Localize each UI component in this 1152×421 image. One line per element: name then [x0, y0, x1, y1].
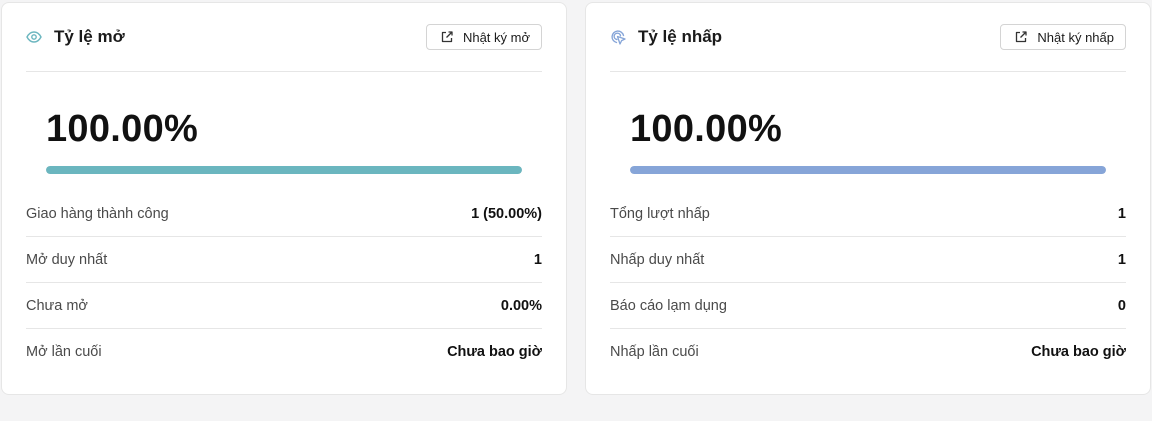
stat-value: Chưa bao giờ	[447, 344, 542, 360]
stat-row-delivered: Giao hàng thành công 1 (50.00%)	[26, 191, 542, 237]
stat-label: Mở duy nhất	[26, 251, 108, 268]
stat-label: Báo cáo lạm dụng	[610, 297, 727, 314]
stat-label: Chưa mở	[26, 297, 88, 314]
open-rate-header: Tỷ lệ mở Nhật ký mở	[26, 3, 542, 72]
click-rate-header: Tỷ lệ nhấp Nhật ký nhấp	[610, 3, 1126, 72]
cursor-click-icon	[610, 29, 626, 45]
click-rate-value: 100.00%	[630, 108, 783, 150]
stat-row-unopened: Chưa mở 0.00%	[26, 283, 542, 329]
stat-row-last-clicked: Nhấp lần cuối Chưa bao giờ	[610, 329, 1126, 375]
stat-value: 1	[1117, 251, 1126, 268]
external-link-icon	[440, 30, 454, 44]
stat-label: Tổng lượt nhấp	[610, 205, 710, 222]
open-rate-title-wrap: Tỷ lệ mở	[26, 27, 125, 47]
open-rate-progress	[46, 166, 522, 174]
stat-label: Mở lần cuối	[26, 344, 102, 360]
stat-value: 1	[1117, 205, 1126, 222]
stat-value: 0.00%	[500, 297, 542, 314]
stat-value: Chưa bao giờ	[1031, 344, 1126, 360]
click-rate-progress-fill	[630, 166, 1106, 174]
open-rate-value: 100.00%	[46, 108, 199, 150]
stat-value: 1	[533, 251, 542, 268]
open-log-button-label: Nhật ký mở	[462, 29, 530, 45]
stat-row-total-clicks: Tổng lượt nhấp 1	[610, 191, 1126, 237]
open-rate-card: Tỷ lệ mở Nhật ký mở 100.00% Giao hàng th…	[1, 2, 567, 395]
stat-label: Giao hàng thành công	[26, 205, 169, 222]
open-rate-progress-fill	[46, 166, 522, 174]
stat-label: Nhấp duy nhất	[610, 251, 705, 268]
click-rate-card: Tỷ lệ nhấp Nhật ký nhấp 100.00% Tổng lượ…	[585, 2, 1151, 395]
stat-label: Nhấp lần cuối	[610, 344, 699, 360]
stat-row-last-opened: Mở lần cuối Chưa bao giờ	[26, 329, 542, 375]
click-rate-title: Tỷ lệ nhấp	[638, 27, 723, 46]
click-stats-list: Tổng lượt nhấp 1 Nhấp duy nhất 1 Báo cáo…	[610, 191, 1126, 375]
open-log-button[interactable]: Nhật ký mở	[425, 24, 542, 50]
open-rate-title: Tỷ lệ mở	[54, 27, 125, 46]
page: Tỷ lệ mở Nhật ký mở 100.00% Giao hàng th…	[0, 0, 1152, 421]
click-rate-progress	[630, 166, 1106, 174]
click-log-button[interactable]: Nhật ký nhấp	[1000, 24, 1126, 50]
stat-row-unique-clicks: Nhấp duy nhất 1	[610, 237, 1126, 283]
open-stats-list: Giao hàng thành công 1 (50.00%) Mở duy n…	[26, 191, 542, 375]
stat-value: 1 (50.00%)	[471, 205, 542, 222]
click-rate-title-wrap: Tỷ lệ nhấp	[610, 27, 722, 47]
stat-row-abuse-reports: Báo cáo lạm dụng 0	[610, 283, 1126, 329]
external-link-icon	[1014, 30, 1028, 44]
click-log-button-label: Nhật ký nhấp	[1037, 29, 1114, 45]
eye-icon	[26, 29, 42, 45]
stat-value: 0	[1117, 297, 1126, 314]
stat-row-unique-opens: Mở duy nhất 1	[26, 237, 542, 283]
